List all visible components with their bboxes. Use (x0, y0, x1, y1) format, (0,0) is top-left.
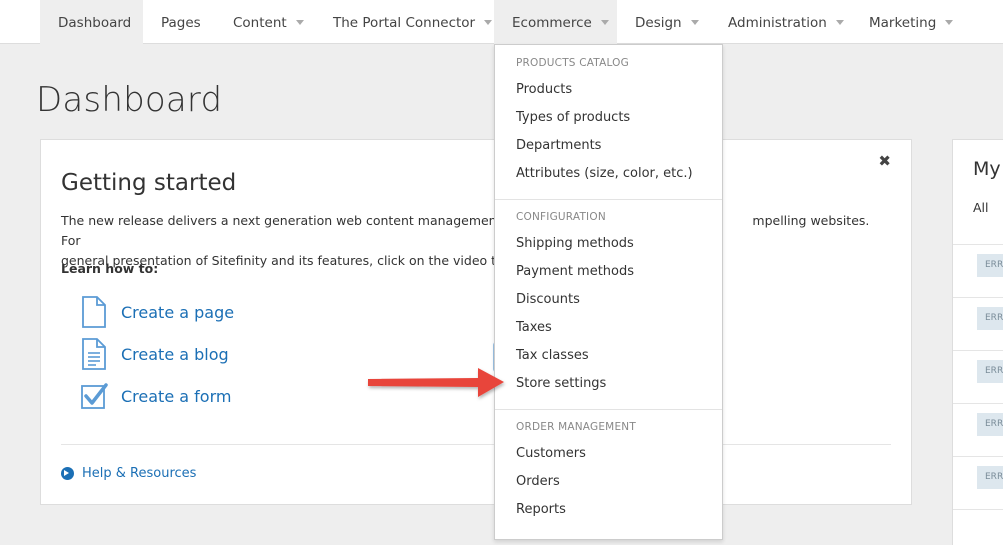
menu-item-payment-methods[interactable]: Payment methods (516, 264, 634, 279)
create-page-label: Create a page (121, 302, 235, 322)
nav-portal-connector[interactable]: The Portal Connector (333, 0, 493, 44)
blog-icon (82, 338, 106, 370)
menu-item-orders[interactable]: Orders (516, 474, 560, 489)
menu-item-shipping-methods[interactable]: Shipping methods (516, 236, 634, 251)
list-item[interactable]: ERRO (953, 244, 1003, 297)
chevron-down-icon (835, 19, 844, 25)
filter-all[interactable]: All (973, 200, 989, 215)
menu-item-types-of-products[interactable]: Types of products (516, 110, 630, 125)
nav-pages-label: Pages (161, 15, 201, 31)
chevron-down-icon (600, 19, 609, 25)
menu-item-discounts[interactable]: Discounts (516, 292, 580, 307)
section-header-order-management: ORDER MANAGEMENT (516, 421, 636, 433)
nav-design[interactable]: Design (635, 0, 699, 44)
create-page-link[interactable]: Create a page (79, 295, 234, 329)
chevron-down-icon (945, 19, 954, 25)
description-line-2: general presentation of Sitefinity and i… (61, 253, 521, 268)
nav-dashboard[interactable]: Dashboard (40, 0, 143, 44)
top-nav: Dashboard Pages Content The Portal Conne… (0, 0, 1003, 44)
create-form-link[interactable]: Create a form (79, 379, 231, 413)
arrow-right-circle-icon (61, 467, 74, 480)
create-form-label: Create a form (121, 386, 232, 406)
nav-administration-label: Administration (728, 15, 827, 31)
chevron-down-icon (690, 19, 699, 25)
status-badge: ERRO (977, 466, 1003, 489)
nav-portal-connector-label: The Portal Connector (333, 15, 476, 31)
status-badge: ERRO (977, 413, 1003, 436)
menu-item-products[interactable]: Products (516, 82, 572, 97)
getting-started-description: The new release delivers a next generati… (61, 211, 891, 271)
menu-item-taxes[interactable]: Taxes (516, 320, 552, 335)
chevron-down-icon (295, 19, 304, 25)
nav-content[interactable]: Content (233, 0, 304, 44)
nav-ecommerce-label: Ecommerce (512, 15, 592, 31)
divider (61, 444, 891, 445)
menu-item-attributes[interactable]: Attributes (size, color, etc.) (516, 166, 693, 181)
nav-dashboard-label: Dashboard (58, 15, 132, 31)
nav-design-label: Design (635, 15, 682, 31)
list-item (953, 509, 1003, 545)
nav-ecommerce[interactable]: Ecommerce (494, 0, 617, 44)
menu-item-customers[interactable]: Customers (516, 446, 586, 461)
section-header-products-catalog: PRODUCTS CATALOG (516, 57, 629, 69)
nav-marketing-label: Marketing (869, 15, 937, 31)
getting-started-title: Getting started (61, 170, 237, 196)
status-badge: ERRO (977, 254, 1003, 277)
my-panel: My All ERRO ERRO ERRO ERRO ERRO (952, 139, 1003, 545)
help-resources-link[interactable]: Help & Resources (61, 466, 196, 481)
annotation-arrow-icon (368, 368, 504, 397)
description-line-1: The new release delivers a next generati… (61, 213, 520, 228)
menu-item-departments[interactable]: Departments (516, 138, 601, 153)
my-panel-title: My (973, 158, 1001, 180)
nav-content-label: Content (233, 15, 287, 31)
create-blog-label: Create a blog (121, 344, 229, 364)
create-blog-link[interactable]: Create a blog (79, 337, 229, 371)
form-icon (81, 383, 108, 409)
status-badge: ERRO (977, 360, 1003, 383)
menu-item-reports[interactable]: Reports (516, 502, 566, 517)
list-item[interactable]: ERRO (953, 456, 1003, 509)
menu-divider (495, 409, 722, 410)
close-icon[interactable]: ✖ (878, 152, 891, 170)
menu-divider (495, 199, 722, 200)
getting-started-panel: ✖ Getting started The new release delive… (40, 139, 912, 505)
nav-pages[interactable]: Pages (161, 0, 201, 44)
page-title: Dashboard (36, 80, 223, 120)
page-icon (82, 296, 106, 328)
section-header-configuration: CONFIGURATION (516, 211, 606, 223)
list-item[interactable]: ERRO (953, 297, 1003, 350)
nav-administration[interactable]: Administration (728, 0, 844, 44)
list-item[interactable]: ERRO (953, 403, 1003, 456)
menu-item-tax-classes[interactable]: Tax classes (516, 348, 589, 363)
status-badge: ERRO (977, 307, 1003, 330)
menu-item-store-settings[interactable]: Store settings (516, 376, 606, 391)
chevron-down-icon (484, 19, 493, 25)
learn-how-to-label: Learn how to: (61, 261, 159, 276)
nav-marketing[interactable]: Marketing (869, 0, 954, 44)
help-resources-label: Help & Resources (82, 466, 197, 481)
ecommerce-dropdown: PRODUCTS CATALOG Products Types of produ… (494, 44, 723, 540)
list-item[interactable]: ERRO (953, 350, 1003, 403)
